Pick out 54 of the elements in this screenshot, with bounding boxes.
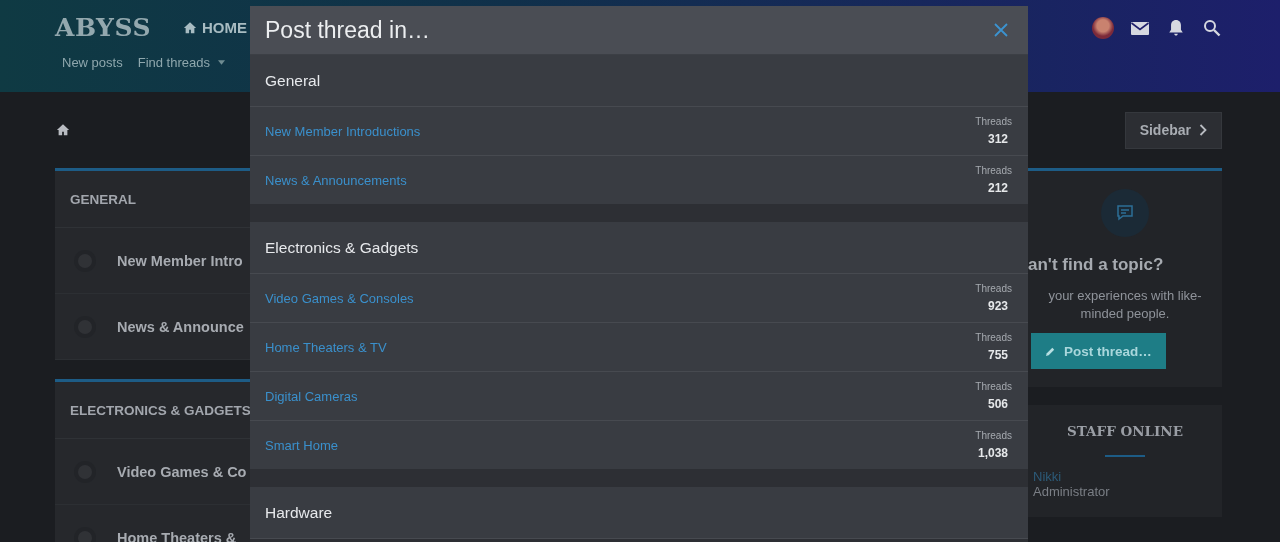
forum-link[interactable]: Digital Cameras (265, 388, 976, 404)
close-icon[interactable] (994, 23, 1008, 37)
forum-row[interactable]: Smart Home Threads 1,038 (250, 421, 1028, 469)
pencil-icon (1045, 345, 1056, 357)
stat-label: Threads (975, 116, 1012, 127)
home-icon (183, 20, 197, 35)
forum-link[interactable]: Video Games & Consoles (265, 290, 976, 306)
forum-row[interactable]: New Member Introductions Threads 312 (250, 107, 1028, 156)
stat-value: 312 (987, 132, 1008, 146)
chevron-icon (1199, 124, 1207, 136)
forum-title[interactable]: News & Announce (117, 318, 244, 335)
logo[interactable]: ABYSS (55, 13, 151, 42)
forum-row[interactable]: News & Announcements Threads 212 (250, 156, 1028, 204)
member-role: Administrator (1033, 484, 1110, 499)
post-thread-button[interactable]: Post thread… (1031, 333, 1166, 369)
search-icon[interactable] (1202, 18, 1222, 37)
caret-icon (217, 60, 225, 65)
category-title[interactable]: GENERAL (70, 191, 136, 207)
subnav-link[interactable]: Find threads (137, 55, 225, 70)
stat-value: 212 (987, 181, 1008, 195)
forum-link[interactable]: New Member Introductions (265, 123, 976, 139)
sidebar-button[interactable]: Sidebar (1124, 111, 1222, 149)
forum-title[interactable]: New Member Intro (117, 252, 243, 269)
stat-value: 755 (987, 348, 1008, 362)
category-title: General (265, 71, 321, 90)
modal-title: Post thread in… (265, 16, 431, 44)
stat-label: Threads (975, 430, 1012, 441)
stat-label: Threads (975, 165, 1012, 176)
stat-value: 1,038 (977, 446, 1008, 460)
avatar[interactable] (1092, 16, 1114, 39)
forum-title[interactable]: Home Theaters & (117, 529, 237, 542)
forum-link[interactable]: Home Theaters & TV (265, 339, 976, 355)
stat-value: 923 (987, 299, 1008, 313)
stat-value: 506 (987, 397, 1008, 411)
forum-link[interactable]: Smart Home (265, 437, 976, 453)
forum-row[interactable]: Video Games & Consoles Threads 923 (250, 274, 1028, 323)
category-title: Electronics & Gadgets (265, 238, 419, 257)
forum-row[interactable]: Digital Cameras Threads 506 (250, 372, 1028, 421)
category-title: Hardware (265, 503, 333, 522)
cta-text: your experiences with like-minded people. (1047, 287, 1203, 323)
stat-label: Threads (975, 381, 1012, 392)
subnav-link[interactable]: New posts (62, 55, 123, 70)
bell-icon[interactable] (1166, 18, 1186, 37)
forum-link[interactable]: News & Announcements (265, 172, 976, 188)
stat-label: Threads (975, 283, 1012, 294)
cta-title: an't find a topic? (1028, 255, 1164, 275)
nav-tab[interactable]: HOME (183, 19, 247, 36)
staff-title: STAFF ONLINE (1067, 423, 1183, 439)
home-icon[interactable] (56, 123, 70, 137)
category-title[interactable]: ELECTRONICS & GADGETS (70, 402, 251, 418)
chat-icon (1115, 203, 1135, 223)
stat-label: Threads (975, 332, 1012, 343)
forum-row[interactable]: Home Theaters & TV Threads 755 (250, 323, 1028, 372)
forum-title[interactable]: Video Games & Co (117, 463, 247, 480)
